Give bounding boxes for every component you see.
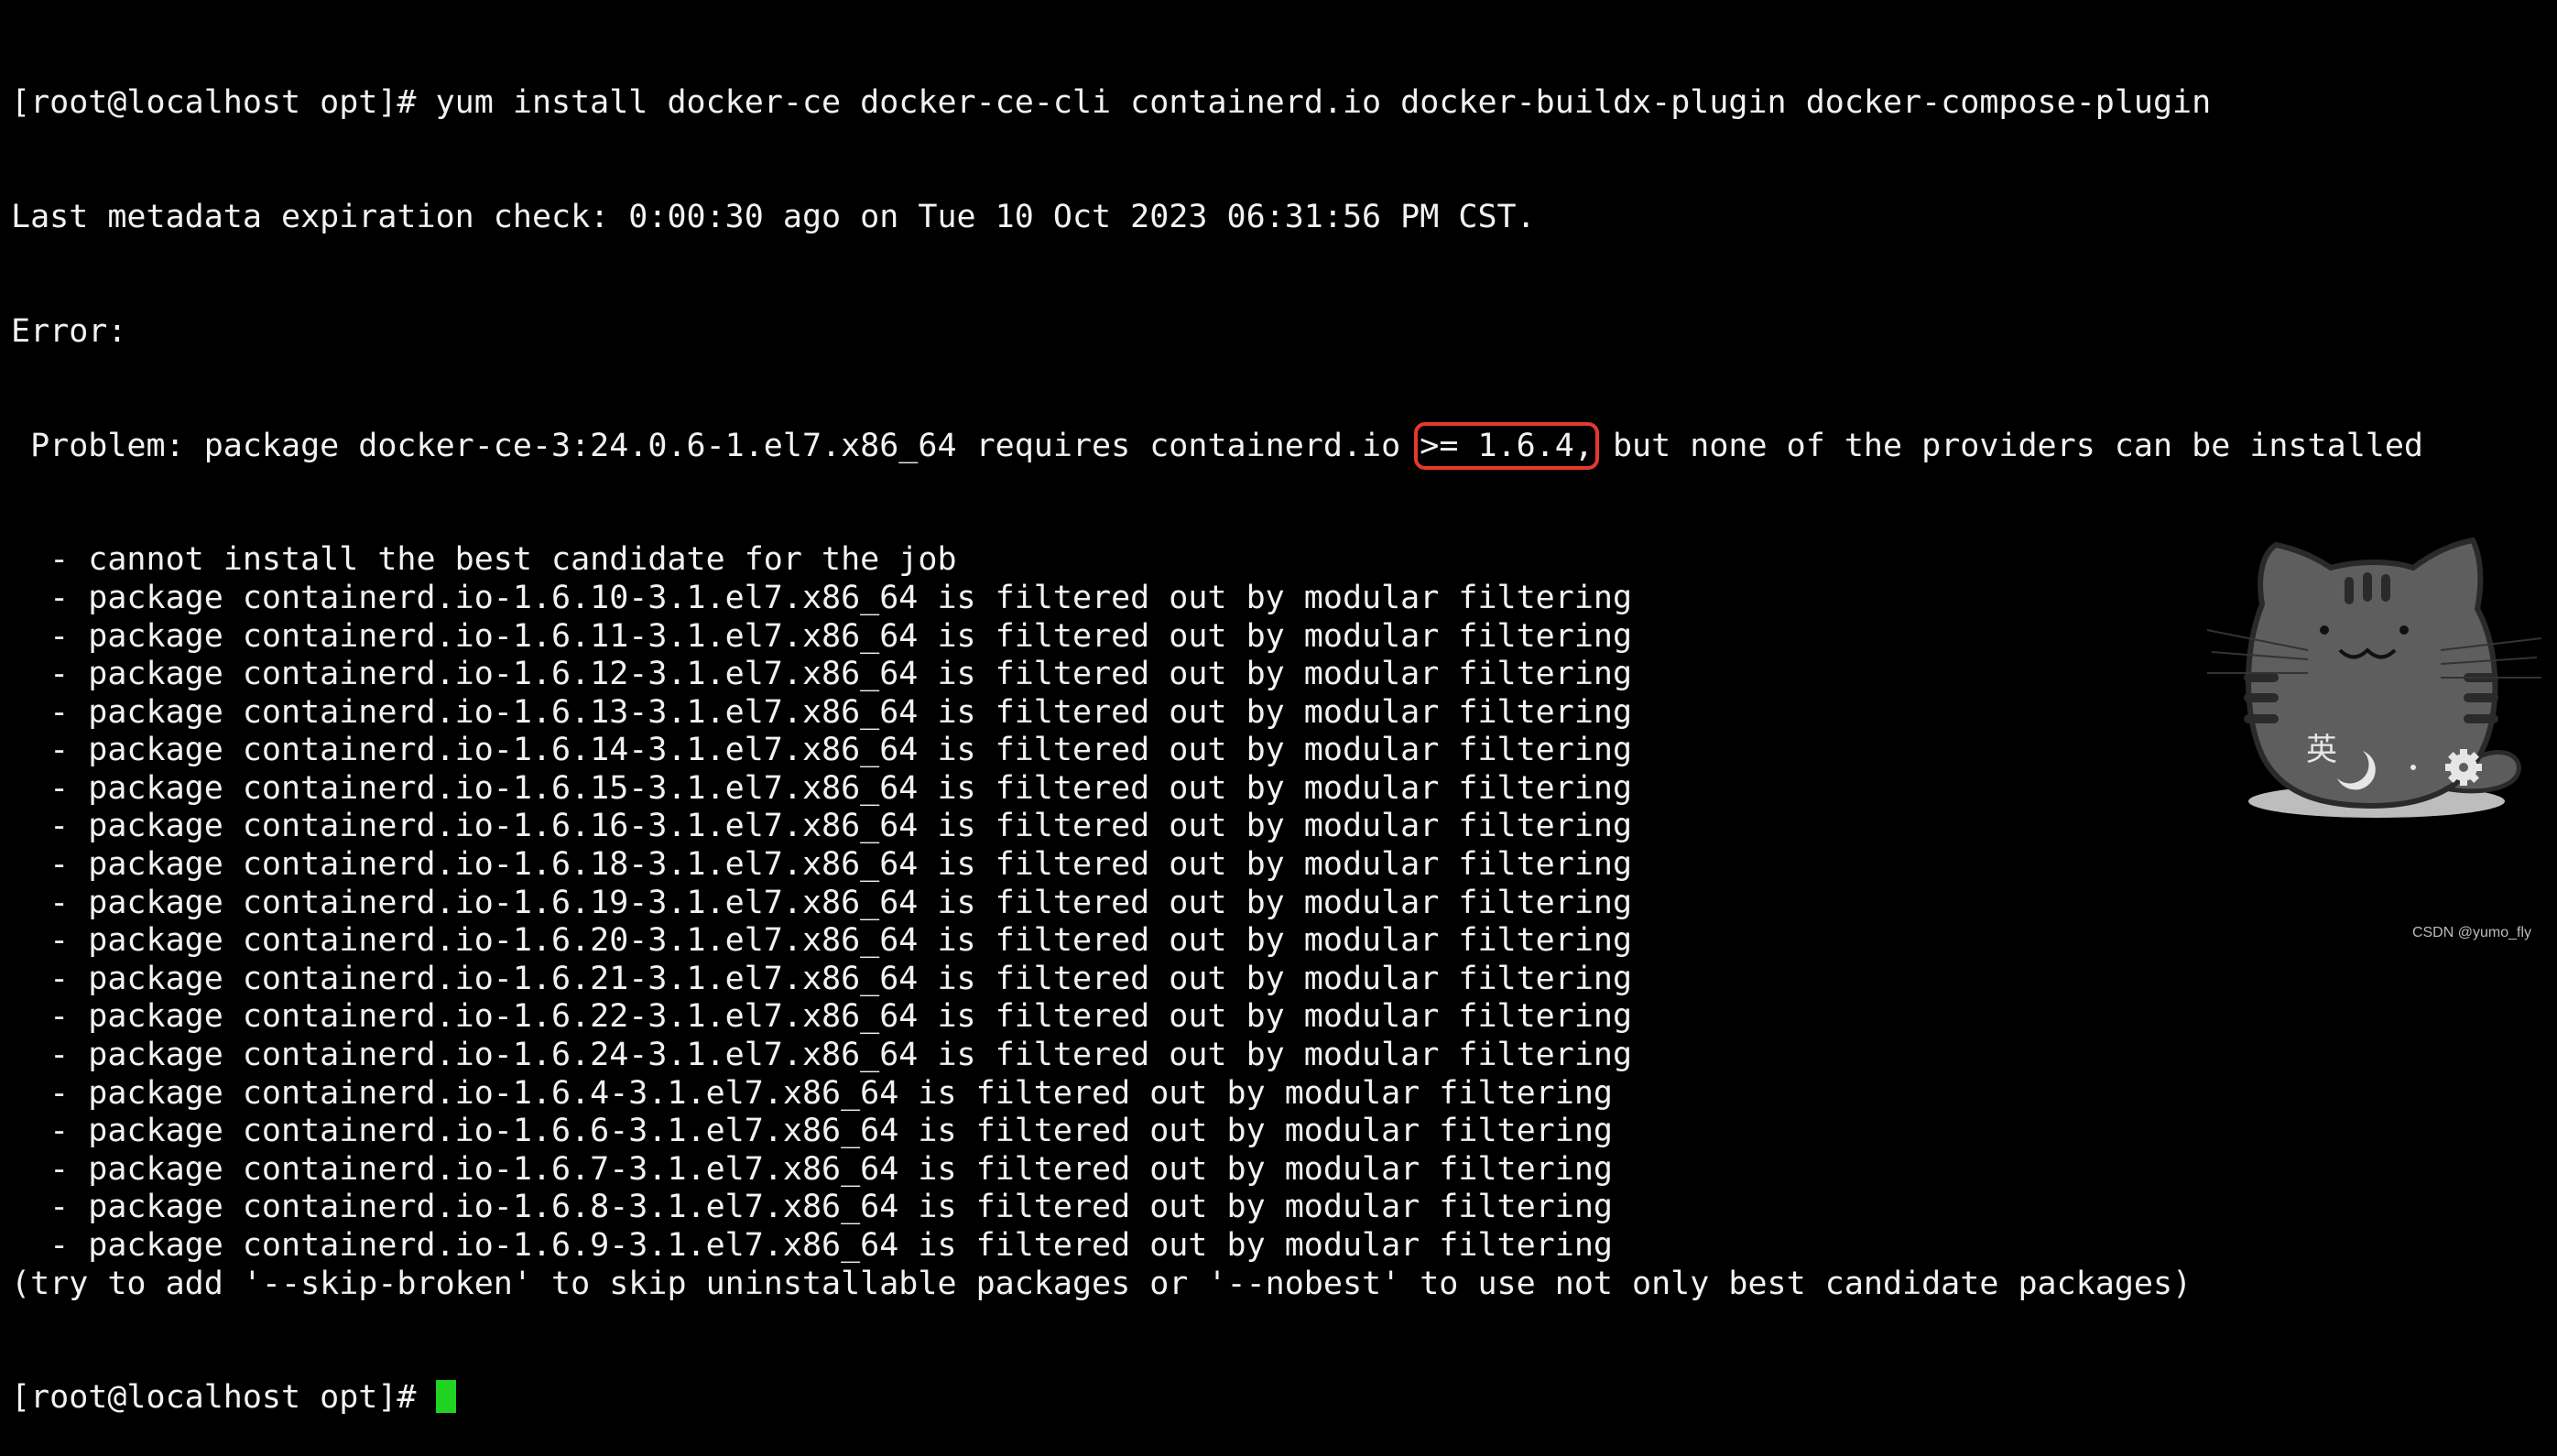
output-line: - package containerd.io-1.6.10-3.1.el7.x… xyxy=(11,579,1633,616)
output-line: - package containerd.io-1.6.22-3.1.el7.x… xyxy=(11,998,1633,1036)
cursor xyxy=(435,1380,456,1414)
output-line: - package containerd.io-1.6.21-3.1.el7.x… xyxy=(11,960,1633,997)
metadata-line: Last metadata expiration check: 0:00:30 … xyxy=(11,198,1536,235)
output-line: - package containerd.io-1.6.11-3.1.el7.x… xyxy=(11,617,1633,655)
gear-icon[interactable] xyxy=(2445,749,2482,786)
ime-language-label[interactable]: 英 xyxy=(2306,732,2337,768)
command-line: [root@localhost opt]# yum install docker… xyxy=(11,84,2423,123)
output-line: - package containerd.io-1.6.8-3.1.el7.x8… xyxy=(11,1189,1613,1226)
output-line: - package containerd.io-1.6.12-3.1.el7.x… xyxy=(11,656,1633,693)
terminal-output[interactable]: [root@localhost opt]# yum install docker… xyxy=(11,8,2423,1456)
output-line: - package containerd.io-1.6.6-3.1.el7.x8… xyxy=(11,1113,1613,1150)
prompt: [root@localhost opt]# xyxy=(11,1379,436,1417)
output-line: - package containerd.io-1.6.20-3.1.el7.x… xyxy=(11,922,1633,960)
watermark: CSDN @yumo_fly xyxy=(2411,925,2531,940)
output-line: - cannot install the best candidate for … xyxy=(11,541,957,579)
output-line: (try to add '--skip-broken' to skip unin… xyxy=(11,1265,2192,1302)
output-line: - package containerd.io-1.6.13-3.1.el7.x… xyxy=(11,693,1633,731)
output-line: - package containerd.io-1.6.16-3.1.el7.x… xyxy=(11,808,1633,845)
command: yum install docker-ce docker-ce-cli cont… xyxy=(435,84,2212,122)
output-line: - package containerd.io-1.6.9-3.1.el7.x8… xyxy=(11,1227,1613,1264)
output-line: - package containerd.io-1.6.4-3.1.el7.x8… xyxy=(11,1074,1613,1112)
output-line: - package containerd.io-1.6.14-3.1.el7.x… xyxy=(11,732,1633,769)
problem-text: Problem: package docker-ce-3:24.0.6-1.el… xyxy=(11,427,1420,464)
problem-text-end: but none of the providers can be install… xyxy=(1593,427,2423,464)
punctuation-icon[interactable] xyxy=(2410,765,2416,770)
output-line: - package containerd.io-1.6.18-3.1.el7.x… xyxy=(11,846,1633,884)
output-line: - package containerd.io-1.6.15-3.1.el7.x… xyxy=(11,769,1633,807)
error-line: Error: xyxy=(11,312,127,350)
prompt: [root@localhost opt]# xyxy=(11,84,436,122)
output-line: - package containerd.io-1.6.7-3.1.el7.x8… xyxy=(11,1150,1613,1188)
problem-line: Problem: package docker-ce-3:24.0.6-1.el… xyxy=(11,421,2423,470)
cat-ime-widget[interactable]: 英 xyxy=(2207,522,2546,824)
output-line: - package containerd.io-1.6.19-3.1.el7.x… xyxy=(11,884,1633,921)
final-prompt-line: [root@localhost opt]# xyxy=(11,1379,2423,1418)
output-lines: - cannot install the best candidate for … xyxy=(11,541,2423,1303)
output-line: - package containerd.io-1.6.24-3.1.el7.x… xyxy=(11,1037,1633,1074)
highlighted-version: >= 1.6.4, xyxy=(1414,421,1599,470)
